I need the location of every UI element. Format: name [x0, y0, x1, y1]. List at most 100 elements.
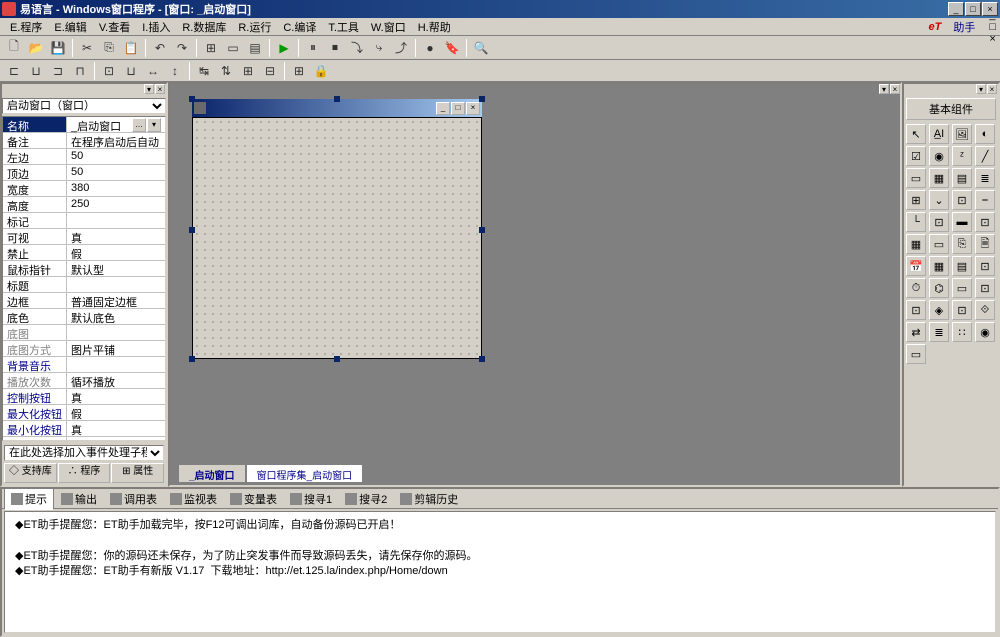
prop-dropdown-button[interactable]: ▾ — [147, 118, 161, 132]
resize-handle[interactable] — [479, 96, 485, 102]
align-bot-icon[interactable]: ⊔ — [121, 61, 141, 81]
maximize-button[interactable]: □ — [965, 2, 981, 16]
menu-run[interactable]: R.运行 — [232, 17, 277, 37]
toolbox-item[interactable]: ▭ — [906, 168, 926, 188]
form-body[interactable] — [192, 117, 482, 359]
prop-browse-button[interactable]: … — [132, 118, 146, 132]
align-left-icon[interactable]: ⊏ — [4, 61, 24, 81]
menu-compile[interactable]: C.编译 — [277, 17, 322, 37]
toolbox-item[interactable]: ╱ — [975, 146, 995, 166]
toolbox-item[interactable]: ↖ — [906, 124, 926, 144]
resize-handle[interactable] — [189, 227, 195, 233]
mdi-close[interactable]: × — [989, 33, 996, 45]
toolbox-item[interactable]: ⊞ — [906, 190, 926, 210]
canvas-pin-icon[interactable]: ▾ — [879, 84, 889, 94]
menu-window[interactable]: W.窗口 — [365, 17, 412, 37]
tab-cliphist[interactable]: 剪辑历史 — [394, 489, 464, 509]
property-row[interactable]: 背景音乐 — [3, 357, 165, 373]
toolbox-item[interactable]: ⇄ — [906, 322, 926, 342]
step-out-icon[interactable]: ⤴ — [391, 38, 411, 58]
property-row[interactable]: 顶边50 — [3, 165, 165, 181]
tab-program[interactable]: ∴ 程序 — [58, 463, 111, 483]
toolbox-item[interactable]: ▭ — [952, 278, 972, 298]
step-into-icon[interactable]: ⤷ — [369, 38, 389, 58]
vspace-icon[interactable]: ⇅ — [216, 61, 236, 81]
menu-program[interactable]: E.程序 — [4, 17, 48, 37]
toolbox-item[interactable]: ▦ — [929, 256, 949, 276]
toolbox-item[interactable]: ≣ — [975, 168, 995, 188]
property-row[interactable]: 底图方式图片平铺 — [3, 341, 165, 357]
resize-handle[interactable] — [479, 227, 485, 233]
form-designer[interactable]: _ □ × — [192, 99, 482, 359]
same-height-icon[interactable]: ↕ — [165, 61, 185, 81]
design-canvas[interactable]: ▾ × _ □ × _启动窗口 窗口程序集_启动窗口 — [168, 82, 902, 487]
paste-icon[interactable]: 📋 — [121, 38, 141, 58]
toolbox-item[interactable]: ⎘ — [952, 234, 972, 254]
redo-icon[interactable]: ↷ — [172, 38, 192, 58]
toolbox-item[interactable]: 🖼 — [952, 124, 972, 144]
copy-icon[interactable]: ⎘ — [99, 38, 119, 58]
resize-handle[interactable] — [334, 96, 340, 102]
property-row[interactable]: 最大化按钮假 — [3, 405, 165, 421]
tab-properties[interactable]: ⊞ 属性 — [111, 463, 164, 483]
toolbox-item[interactable]: ≣ — [929, 322, 949, 342]
center-h-icon[interactable]: ⊞ — [238, 61, 258, 81]
toolbox-item[interactable]: ⊡ — [975, 212, 995, 232]
toolbox-item[interactable]: ▦ — [906, 234, 926, 254]
toolbox-item[interactable]: ▤ — [952, 256, 972, 276]
tab-support-lib[interactable]: ◇ 支持库 — [4, 463, 57, 483]
toolbox-item[interactable]: 📅 — [906, 256, 926, 276]
tab-vars[interactable]: 变量表 — [224, 489, 283, 509]
tab-hint[interactable]: 提示 — [4, 488, 54, 510]
step-over-icon[interactable]: ⤵ — [347, 38, 367, 58]
tool-1-icon[interactable]: ⊞ — [201, 38, 221, 58]
tab-form[interactable]: _启动窗口 — [178, 465, 246, 483]
tab-search1[interactable]: 搜寻1 — [284, 489, 338, 509]
property-row[interactable]: 播放次数循环播放 — [3, 373, 165, 389]
toolbox-item[interactable]: ⊡ — [975, 256, 995, 276]
open-icon[interactable]: 📂 — [26, 38, 46, 58]
tool-2-icon[interactable]: ▭ — [223, 38, 243, 58]
property-row[interactable]: 左边50 — [3, 149, 165, 165]
menu-edit[interactable]: E.编辑 — [48, 17, 92, 37]
component-selector[interactable]: 启动窗口（窗口） — [2, 98, 166, 114]
property-row[interactable]: 备注在程序启动后自动 — [3, 133, 165, 149]
resize-handle[interactable] — [189, 356, 195, 362]
toolbox-item[interactable]: ⏱ — [906, 278, 926, 298]
run-icon[interactable]: ▶ — [274, 38, 294, 58]
panel-pin-icon[interactable]: ▾ — [144, 84, 154, 94]
panel-close-icon[interactable]: × — [155, 84, 165, 94]
toolbox-item[interactable]: ◐ — [975, 124, 995, 144]
property-row[interactable]: 底色默认底色 — [3, 309, 165, 325]
toolbox-item[interactable]: ◈ — [929, 300, 949, 320]
canvas-close-icon[interactable]: × — [890, 84, 900, 94]
breakpoint-icon[interactable]: ● — [420, 38, 440, 58]
menu-insert[interactable]: I.插入 — [136, 17, 176, 37]
resize-handle[interactable] — [334, 356, 340, 362]
undo-icon[interactable]: ↶ — [150, 38, 170, 58]
toolbox-item[interactable]: ◉ — [975, 322, 995, 342]
toolbox-item[interactable]: ⎯ — [975, 190, 995, 210]
toolbox-item[interactable]: ▭ — [929, 234, 949, 254]
resize-handle[interactable] — [479, 356, 485, 362]
property-grid[interactable]: 名称_启动窗口…▾备注在程序启动后自动左边50顶边50宽度380高度250标记可… — [2, 116, 166, 441]
toolbox-item[interactable]: ⊡ — [906, 300, 926, 320]
tool-3-icon[interactable]: ▤ — [245, 38, 265, 58]
mdi-restore[interactable]: □ — [989, 21, 996, 33]
toolbox-close-icon[interactable]: × — [987, 84, 997, 94]
lock-icon[interactable]: 🔒 — [311, 61, 331, 81]
toolbox-item[interactable]: ◉ — [929, 146, 949, 166]
toolbox-item[interactable]: ⊡ — [975, 278, 995, 298]
minimize-button[interactable]: _ — [948, 2, 964, 16]
property-row[interactable]: 标题 — [3, 277, 165, 293]
property-row[interactable]: 底图 — [3, 325, 165, 341]
property-row[interactable]: 鼠标指针默认型 — [3, 261, 165, 277]
tab-code[interactable]: 窗口程序集_启动窗口 — [246, 465, 364, 483]
property-row[interactable]: 可视真 — [3, 229, 165, 245]
property-row[interactable]: 最小化按钮真 — [3, 421, 165, 437]
same-width-icon[interactable]: ↔ — [143, 61, 163, 81]
align-right-icon[interactable]: ⊐ — [48, 61, 68, 81]
toolbox-item[interactable]: 🗎 — [975, 234, 995, 254]
menu-help[interactable]: H.帮助 — [412, 17, 457, 37]
property-row[interactable]: 禁止假 — [3, 245, 165, 261]
